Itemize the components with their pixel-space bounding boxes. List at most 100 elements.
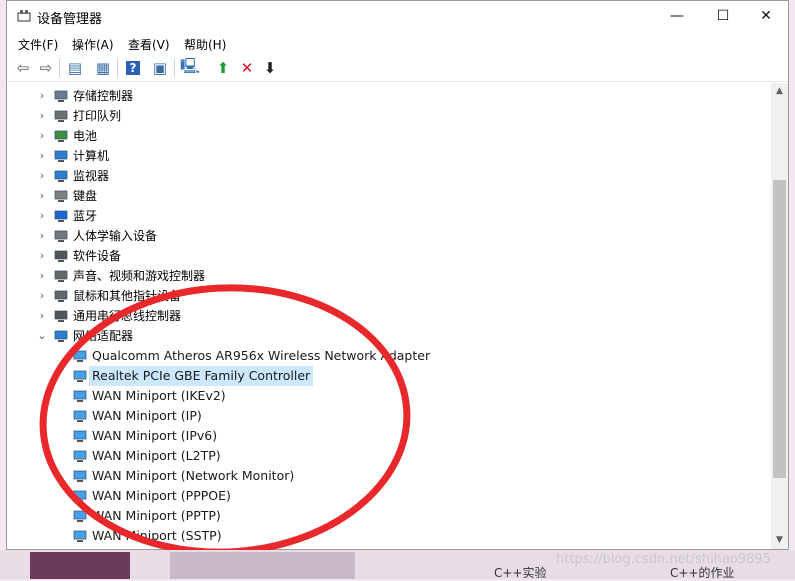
vertical-scrollbar[interactable]: ▲ ▼ bbox=[771, 83, 788, 549]
menu-action[interactable]: 操作(A) bbox=[72, 36, 114, 53]
tree-item-device[interactable]: WAN Miniport (Network Monitor) bbox=[9, 466, 769, 486]
device-label: WAN Miniport (L2TP) bbox=[92, 448, 221, 463]
disable-device-icon[interactable]: ⬇ bbox=[260, 58, 280, 78]
tree-item-category[interactable]: › 键盘 bbox=[9, 186, 769, 206]
device-label: Qualcomm Atheros AR956x Wireless Network… bbox=[92, 348, 431, 363]
device-label: WAN Miniport (SSTP) bbox=[92, 528, 222, 543]
chevron-down-icon[interactable]: ⌄ bbox=[37, 326, 47, 346]
disable-device-icon-glyph: ⬇ bbox=[263, 59, 277, 77]
uninstall-device-icon[interactable]: ✕ bbox=[237, 58, 257, 78]
tree-item-category[interactable]: › 计算机 bbox=[9, 146, 769, 166]
monitor-icon bbox=[54, 170, 68, 182]
title-bar[interactable]: 设备管理器 — ☐ ✕ bbox=[7, 1, 788, 31]
tree-item-category[interactable]: ⌄ 网络适配器 bbox=[9, 326, 769, 346]
watermark: https://blog.csdn.net/shihao9895 bbox=[556, 552, 771, 567]
category-label: 声音、视频和游戏控制器 bbox=[73, 269, 206, 283]
scroll-down-icon[interactable]: ▼ bbox=[771, 532, 788, 549]
tree-item-category[interactable]: › 打印队列 bbox=[9, 106, 769, 126]
tree-item-device[interactable]: Realtek PCIe GBE Family Controller bbox=[9, 366, 769, 386]
tree-item-device[interactable]: WAN Miniport (PPPOE) bbox=[9, 486, 769, 506]
scrollbar-thumb[interactable] bbox=[773, 180, 786, 478]
maximize-button[interactable]: ☐ bbox=[700, 1, 746, 31]
category-label: 计算机 bbox=[73, 149, 110, 163]
tree-item-device[interactable]: WAN Miniport (IPv6) bbox=[9, 426, 769, 446]
scan-hardware-icon[interactable]: 🖳 bbox=[180, 56, 201, 78]
device-label: WAN Miniport (IKEv2) bbox=[92, 388, 226, 403]
taskbar-item-cpp-lab[interactable]: C++实验 bbox=[494, 564, 547, 581]
scroll-up-icon[interactable]: ▲ bbox=[771, 83, 788, 100]
device-label: WAN Miniport (IP) bbox=[92, 408, 202, 423]
minimize-button[interactable]: — bbox=[654, 1, 700, 31]
taskbar-thumbnail[interactable] bbox=[170, 552, 355, 579]
update-driver-icon[interactable]: ⬆ bbox=[213, 58, 233, 78]
show-hide-console-tree-icon[interactable]: ▤ bbox=[65, 58, 85, 78]
chevron-right-icon[interactable]: › bbox=[37, 186, 47, 206]
chevron-right-icon[interactable]: › bbox=[37, 106, 47, 126]
category-label: 通用串行总线控制器 bbox=[73, 309, 182, 323]
show-hide-console-tree-icon-glyph: ▤ bbox=[67, 59, 83, 77]
chevron-right-icon[interactable]: › bbox=[37, 286, 47, 306]
action-pane-icon[interactable]: ▣ bbox=[150, 58, 170, 78]
tree-item-device[interactable]: Qualcomm Atheros AR956x Wireless Network… bbox=[9, 346, 769, 366]
device-tree: › 存储控制器 › 打印队列 › 电池 › 计算机 › 监视器 › 键盘 › 蓝牙 › 人体学输入设备 › 软件设… bbox=[9, 83, 771, 549]
toolbar: ⇦ ⇨ ▤ ▦? ▣ 🖳 ⬆ ✕ ⬇ bbox=[7, 55, 788, 82]
storage-controller-icon bbox=[54, 90, 68, 102]
category-label: 监视器 bbox=[73, 169, 110, 183]
chevron-right-icon[interactable]: › bbox=[37, 246, 47, 266]
usb-icon bbox=[54, 310, 68, 322]
tree-item-category[interactable]: › 人体学输入设备 bbox=[9, 226, 769, 246]
network-adapter-icon bbox=[54, 330, 68, 342]
menu-file[interactable]: 文件(F) bbox=[18, 36, 58, 53]
chevron-right-icon[interactable]: › bbox=[37, 206, 47, 226]
hid-icon bbox=[54, 230, 68, 242]
uninstall-device-icon-glyph: ✕ bbox=[240, 59, 254, 77]
back-icon-glyph: ⇦ bbox=[16, 59, 30, 77]
close-button[interactable]: ✕ bbox=[743, 1, 789, 31]
chevron-right-icon[interactable]: › bbox=[37, 126, 47, 146]
menu-bar: 文件(F) 操作(A) 查看(V) 帮助(H) bbox=[7, 33, 788, 53]
tree-item-category[interactable]: › 通用串行总线控制器 bbox=[9, 306, 769, 326]
scan-hardware-icon-glyph: 🖳 bbox=[180, 56, 201, 75]
category-label: 键盘 bbox=[73, 189, 98, 203]
properties-icon-glyph: ▦ bbox=[95, 59, 111, 77]
device-label: WAN Miniport (IPv6) bbox=[92, 428, 218, 443]
properties-icon[interactable]: ▦ bbox=[93, 58, 113, 78]
help-icon[interactable]: ? bbox=[123, 58, 143, 78]
device-label: WAN Miniport (PPTP) bbox=[92, 508, 221, 523]
tree-item-category[interactable]: › 电池 bbox=[9, 126, 769, 146]
tree-item-device[interactable]: WAN Miniport (L2TP) bbox=[9, 446, 769, 466]
tree-item-category[interactable]: › 监视器 bbox=[9, 166, 769, 186]
forward-icon[interactable]: ⇨ bbox=[36, 58, 56, 78]
chevron-right-icon[interactable]: › bbox=[37, 226, 47, 246]
tree-item-device[interactable]: WAN Miniport (IKEv2) bbox=[9, 386, 769, 406]
chevron-right-icon[interactable]: › bbox=[37, 166, 47, 186]
toolbar-separator bbox=[174, 59, 175, 77]
window-title: 设备管理器 bbox=[37, 12, 103, 27]
tree-item-device[interactable]: WAN Miniport (SSTP) bbox=[9, 526, 769, 546]
forward-icon-glyph: ⇨ bbox=[39, 59, 53, 77]
speaker-icon bbox=[54, 270, 68, 282]
menu-view[interactable]: 查看(V) bbox=[128, 36, 170, 53]
tree-item-category[interactable]: › 声音、视频和游戏控制器 bbox=[9, 266, 769, 286]
tree-item-category[interactable]: › 存储控制器 bbox=[9, 86, 769, 106]
tree-item-category[interactable]: › 蓝牙 bbox=[9, 206, 769, 226]
device-label: WAN Miniport (Network Monitor) bbox=[92, 468, 295, 483]
chevron-right-icon[interactable]: › bbox=[37, 306, 47, 326]
tree-item-device[interactable]: WAN Miniport (IP) bbox=[9, 406, 769, 426]
device-label: WAN Miniport (PPPOE) bbox=[92, 488, 231, 503]
menu-help[interactable]: 帮助(H) bbox=[184, 36, 226, 53]
network-adapter-icon bbox=[73, 430, 87, 442]
chevron-right-icon[interactable]: › bbox=[37, 86, 47, 106]
category-label: 软件设备 bbox=[73, 249, 122, 263]
chevron-right-icon[interactable]: › bbox=[37, 266, 47, 286]
tree-item-category[interactable]: › 软件设备 bbox=[9, 246, 769, 266]
tree-item-device[interactable]: WAN Miniport (PPTP) bbox=[9, 506, 769, 526]
back-icon[interactable]: ⇦ bbox=[13, 58, 33, 78]
tree-item-category[interactable]: › 鼠标和其他指针设备 bbox=[9, 286, 769, 306]
keyboard-icon bbox=[54, 190, 68, 202]
update-driver-icon-glyph: ⬆ bbox=[216, 59, 230, 77]
network-adapter-icon bbox=[73, 490, 87, 502]
device-manager-app-icon bbox=[17, 10, 31, 22]
taskbar-thumbnail[interactable] bbox=[30, 552, 130, 579]
chevron-right-icon[interactable]: › bbox=[37, 146, 47, 166]
